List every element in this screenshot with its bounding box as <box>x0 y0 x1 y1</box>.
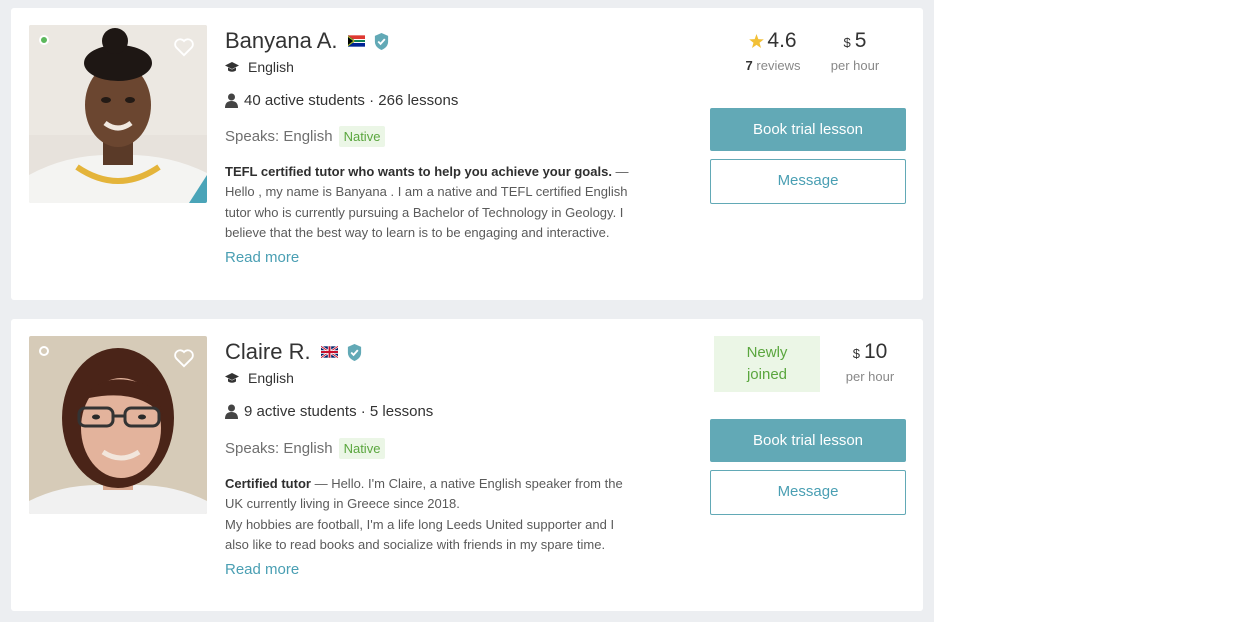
speaks-label: Speaks: English <box>225 128 333 145</box>
tutor-stats: Newly joined $ 10 per hour <box>710 319 906 409</box>
rating-block: 4.6 7 reviews <box>738 29 808 73</box>
currency-symbol: $ <box>843 35 851 50</box>
price-unit: per hour <box>830 58 880 73</box>
tutor-card: Banyana A. English 40 active students · … <box>11 8 923 300</box>
book-trial-button[interactable]: Book trial lesson <box>710 108 906 151</box>
tutor-photo[interactable] <box>29 336 207 514</box>
user-icon <box>225 93 238 108</box>
tutor-stats: 4.6 7 reviews $ 5 per hour <box>710 8 906 98</box>
speaks-label: Speaks: English <box>225 440 333 457</box>
about-line: tutor who is currently pursuing a Bachel… <box>225 204 624 220</box>
about-line: Hello , my name is Banyana . I am a nati… <box>225 184 628 200</box>
south-africa-flag-icon <box>347 35 365 47</box>
currency-symbol: $ <box>852 346 860 361</box>
native-badge: Native <box>338 126 386 147</box>
newly-joined-badge: Newly joined <box>714 336 820 392</box>
price-value: 5 <box>854 29 867 52</box>
verified-shield-icon <box>347 343 361 361</box>
tutor-name[interactable]: Banyana A. <box>225 28 338 54</box>
separator-dot: · <box>364 92 379 109</box>
online-status-indicator <box>39 346 49 356</box>
price-unit: per hour <box>845 369 895 384</box>
heart-icon[interactable] <box>173 348 195 368</box>
read-more-link[interactable]: Read more <box>225 249 299 266</box>
tutor-headline: Certified tutor <box>225 476 311 491</box>
tutor-subject: English <box>248 59 294 75</box>
reviews-label: reviews <box>756 58 801 73</box>
active-students: 9 active students <box>244 403 357 420</box>
price-block: $ 5 per hour <box>820 29 890 73</box>
tutor-list: Banyana A. English 40 active students · … <box>0 0 934 622</box>
tutor-card: Claire R. English 9 active students · 5 … <box>11 319 923 611</box>
book-trial-button[interactable]: Book trial lesson <box>710 419 906 462</box>
tutor-subject: English <box>248 370 294 386</box>
tutor-about: Certified tutor — Hello. I'm Claire, a n… <box>225 474 695 556</box>
dash-separator: — <box>310 476 332 491</box>
tutor-headline: TEFL certified tutor who wants to help y… <box>225 164 612 179</box>
price-value: 10 <box>863 340 888 363</box>
star-icon <box>749 34 765 48</box>
graduation-cap-icon <box>225 61 239 72</box>
lessons-count: 266 lessons <box>378 92 459 109</box>
badge-line: joined <box>746 366 788 383</box>
heart-icon[interactable] <box>173 37 195 57</box>
tutor-about: TEFL certified tutor who wants to help y… <box>225 162 695 244</box>
about-line: also like to read books and socialize wi… <box>225 537 606 553</box>
message-button[interactable]: Message <box>710 470 906 515</box>
separator-dot: · <box>356 403 370 420</box>
dash-separator: — <box>611 164 633 179</box>
about-line: My hobbies are football, I'm a life long… <box>225 516 615 532</box>
badge-line: Newly <box>746 344 788 361</box>
about-line: Hello. I'm Claire, a native English spea… <box>331 476 623 491</box>
online-status-indicator <box>39 35 49 45</box>
price-block: $ 10 per hour <box>835 340 905 384</box>
verified-shield-icon <box>374 32 388 50</box>
native-badge: Native <box>338 438 386 459</box>
about-line: believe that the best way to learn is to… <box>225 225 610 241</box>
about-line: UK currently living in Greece since 2018… <box>225 496 460 512</box>
read-more-link[interactable]: Read more <box>225 561 299 578</box>
reviews-count: 7 <box>745 58 753 73</box>
active-students: 40 active students <box>244 92 365 109</box>
message-button[interactable]: Message <box>710 159 906 204</box>
tutor-name[interactable]: Claire R. <box>225 339 311 365</box>
uk-flag-icon <box>320 346 338 358</box>
tutor-photo[interactable] <box>29 25 207 203</box>
graduation-cap-icon <box>225 372 239 383</box>
lessons-count: 5 lessons <box>369 403 434 420</box>
user-icon <box>225 404 238 419</box>
rating-value: 4.6 <box>767 29 797 52</box>
